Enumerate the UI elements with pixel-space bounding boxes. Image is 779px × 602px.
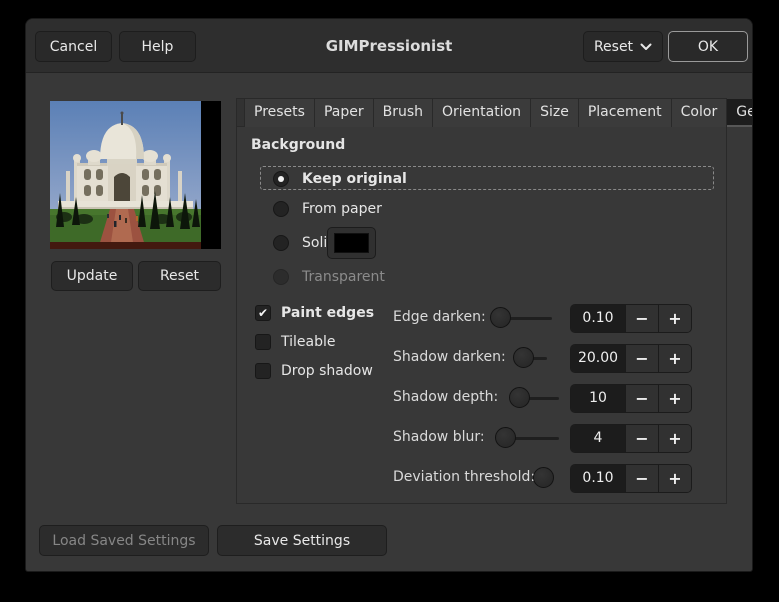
- checkbox-label: Drop shadow: [281, 363, 373, 379]
- checkmark-icon: ✔: [255, 305, 271, 321]
- checkbox-label: Paint edges: [281, 305, 375, 321]
- reset-preview-button[interactable]: Reset: [138, 261, 221, 291]
- solid-color-button[interactable]: [327, 227, 376, 259]
- minus-icon[interactable]: −: [625, 385, 658, 412]
- plus-icon[interactable]: +: [658, 305, 691, 332]
- tab-brush[interactable]: Brush: [373, 99, 434, 127]
- shadow-blur-slider[interactable]: [495, 427, 516, 448]
- tab-presets[interactable]: Presets: [244, 99, 315, 127]
- shadow-depth-label: Shadow depth:: [393, 389, 499, 405]
- checkbox-drop-shadow[interactable]: Drop shadow: [255, 361, 373, 381]
- shadow-darken-value[interactable]: 20.00: [571, 345, 625, 372]
- update-preview-button[interactable]: Update: [51, 261, 133, 291]
- gimpressionist-dialog: Cancel Help GIMPressionist Reset OK Upda…: [25, 18, 753, 572]
- checkbox-box: [255, 334, 271, 350]
- tab-orientation[interactable]: Orientation: [433, 99, 532, 127]
- plus-icon[interactable]: +: [658, 385, 691, 412]
- checkbox-tileable[interactable]: Tileable: [255, 332, 335, 352]
- radio-indicator: [273, 269, 289, 285]
- checkbox-box: [255, 363, 271, 379]
- tab-color[interactable]: Color: [671, 99, 728, 127]
- minus-icon[interactable]: −: [625, 305, 658, 332]
- chevron-down-icon: [640, 43, 652, 50]
- shadow-darken-label: Shadow darken:: [393, 349, 506, 365]
- header-bar: Cancel Help GIMPressionist Reset OK: [26, 19, 752, 73]
- deviation-threshold-value[interactable]: 0.10: [571, 465, 625, 492]
- deviation-threshold-slider[interactable]: [533, 467, 554, 488]
- reset-dropdown-button[interactable]: Reset: [583, 31, 663, 62]
- desktop-background: Cancel Help GIMPressionist Reset OK Upda…: [0, 0, 779, 602]
- tab-size[interactable]: Size: [531, 99, 579, 127]
- radio-label: Keep original: [302, 171, 407, 187]
- shadow-blur-label: Shadow blur:: [393, 429, 485, 445]
- shadow-depth-value[interactable]: 10: [571, 385, 625, 412]
- shadow-depth-spinbox: 10 − +: [570, 384, 692, 413]
- plus-icon[interactable]: +: [658, 345, 691, 372]
- deviation-threshold-spinbox: 0.10 − +: [570, 464, 692, 493]
- taj-mahal-preview-image: [50, 101, 221, 249]
- radio-indicator: [273, 235, 289, 251]
- radio-transparent: Transparent: [273, 267, 385, 287]
- edge-darken-spinbox: 0.10 − +: [570, 304, 692, 333]
- shadow-blur-spinbox: 4 − +: [570, 424, 692, 453]
- shadow-darken-spinbox: 20.00 − +: [570, 344, 692, 373]
- tab-paper[interactable]: Paper: [314, 99, 374, 127]
- radio-label: From paper: [302, 201, 382, 217]
- shadow-darken-slider[interactable]: [513, 347, 534, 368]
- settings-notebook: Presets Paper Brush Orientation Size Pla…: [236, 98, 752, 504]
- deviation-threshold-label: Deviation threshold:: [393, 469, 536, 485]
- preview-image: [50, 101, 221, 249]
- plus-icon[interactable]: +: [658, 425, 691, 452]
- tab-general[interactable]: General: [727, 99, 752, 127]
- tab-bar: Presets Paper Brush Orientation Size Pla…: [237, 99, 752, 127]
- background-section-label: Background: [251, 137, 346, 153]
- color-swatch: [334, 233, 369, 253]
- edge-darken-value[interactable]: 0.10: [571, 305, 625, 332]
- radio-indicator: [273, 201, 289, 217]
- ok-button[interactable]: OK: [668, 31, 748, 62]
- shadow-depth-slider[interactable]: [509, 387, 530, 408]
- minus-icon[interactable]: −: [625, 425, 658, 452]
- save-settings-button[interactable]: Save Settings: [217, 525, 387, 556]
- minus-icon[interactable]: −: [625, 465, 658, 492]
- radio-from-paper[interactable]: From paper: [273, 199, 382, 219]
- edge-darken-label: Edge darken:: [393, 309, 486, 325]
- minus-icon[interactable]: −: [625, 345, 658, 372]
- tab-placement[interactable]: Placement: [578, 99, 672, 127]
- checkbox-paint-edges[interactable]: ✔ Paint edges: [255, 303, 374, 323]
- radio-indicator: [273, 171, 289, 187]
- radio-label: Transparent: [302, 269, 385, 285]
- reset-dropdown-label: Reset: [593, 38, 634, 55]
- shadow-blur-value[interactable]: 4: [571, 425, 625, 452]
- checkbox-label: Tileable: [281, 334, 336, 350]
- plus-icon[interactable]: +: [658, 465, 691, 492]
- edge-darken-slider[interactable]: [490, 307, 511, 328]
- radio-keep-original[interactable]: Keep original: [273, 169, 407, 189]
- load-saved-settings-button: Load Saved Settings: [39, 525, 209, 556]
